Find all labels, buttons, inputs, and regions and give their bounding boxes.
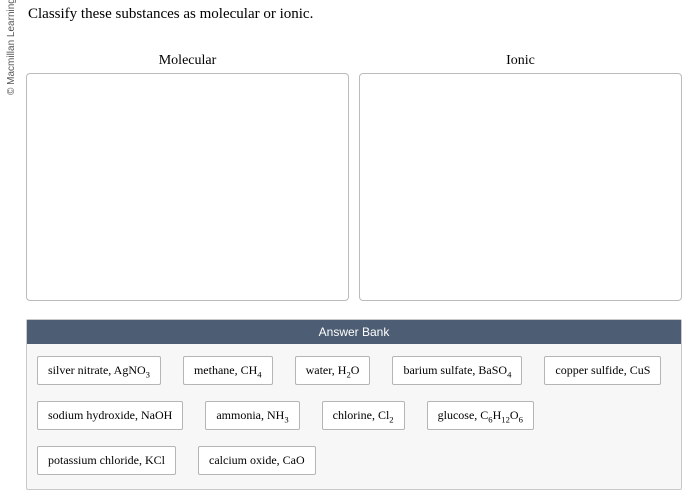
answer-bank: Answer Bank silver nitrate, AgNO3 methane… <box>26 319 682 490</box>
chip-glucose[interactable]: glucose, C6H12O6 <box>427 401 534 430</box>
category-row: Molecular Ionic <box>26 53 682 301</box>
dropzone-molecular[interactable] <box>26 73 349 301</box>
main-content: Classify these substances as molecular o… <box>26 0 700 490</box>
category-ionic: Ionic <box>359 53 682 301</box>
chip-methane[interactable]: methane, CH4 <box>183 356 273 385</box>
dropzone-ionic[interactable] <box>359 73 682 301</box>
answer-bank-body: silver nitrate, AgNO3 methane, CH4 water, … <box>27 344 681 489</box>
chip-barium-sulfate[interactable]: barium sulfate, BaSO4 <box>392 356 522 385</box>
copyright-text: © Macmillan Learning <box>6 0 17 95</box>
category-molecular: Molecular <box>26 53 349 301</box>
chip-chlorine[interactable]: chlorine, Cl2 <box>322 401 405 430</box>
category-label-molecular: Molecular <box>159 53 217 69</box>
chip-silver-nitrate[interactable]: silver nitrate, AgNO3 <box>37 356 161 385</box>
chip-water[interactable]: water, H2O <box>295 356 371 385</box>
chip-calcium-oxide[interactable]: calcium oxide, CaO <box>198 446 316 475</box>
chip-potassium-chloride[interactable]: potassium chloride, KCl <box>37 446 176 475</box>
question-prompt: Classify these substances as molecular o… <box>28 6 700 23</box>
category-label-ionic: Ionic <box>506 53 535 69</box>
chip-sodium-hydroxide[interactable]: sodium hydroxide, NaOH <box>37 401 183 430</box>
chip-ammonia[interactable]: ammonia, NH3 <box>205 401 299 430</box>
chip-copper-sulfide[interactable]: copper sulfide, CuS <box>544 356 661 385</box>
answer-bank-header: Answer Bank <box>27 320 681 344</box>
